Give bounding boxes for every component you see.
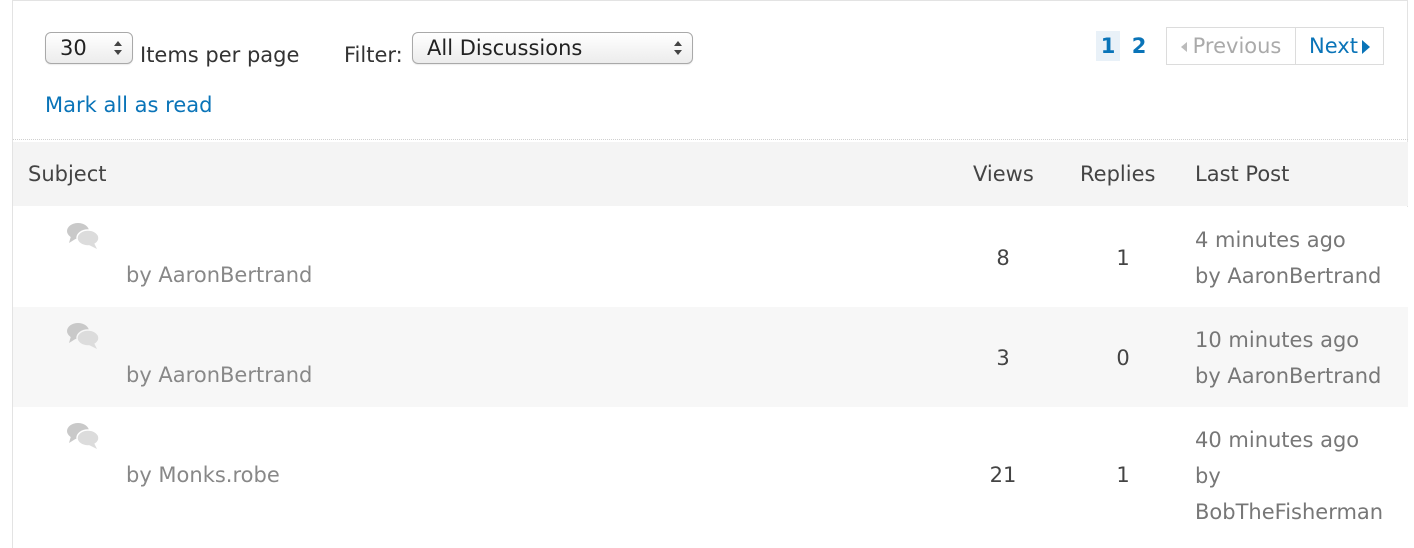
filter-select[interactable]: All Discussions: [412, 32, 693, 64]
items-per-page-label: Items per page: [140, 43, 300, 67]
filter-label: Filter:: [344, 43, 403, 67]
table-row: by AaronBertrand 3 0 10 minutes ago by A…: [13, 307, 1408, 407]
author-link[interactable]: by AaronBertrand: [126, 363, 312, 387]
header-last-post[interactable]: Last Post: [1195, 142, 1289, 206]
replies-count: 1: [1116, 246, 1130, 270]
views-count: 8: [996, 246, 1010, 270]
last-post-time[interactable]: 10 minutes ago: [1195, 322, 1405, 358]
arrow-left-icon: [1180, 42, 1187, 52]
items-per-page-select[interactable]: 30: [45, 32, 133, 64]
author-link[interactable]: by AaronBertrand: [126, 263, 312, 287]
author-link[interactable]: by Monks.robe: [126, 463, 280, 487]
header-replies[interactable]: Replies: [1080, 142, 1155, 206]
items-per-page-value: 30: [60, 36, 87, 60]
last-post-author[interactable]: by AaronBertrand: [1195, 358, 1405, 394]
last-post-time[interactable]: 40 minutes ago: [1195, 422, 1395, 458]
header-subject[interactable]: Subject: [28, 142, 107, 206]
previous-label: Previous: [1192, 34, 1282, 58]
views-count: 3: [996, 346, 1010, 370]
filter-value: All Discussions: [427, 36, 583, 60]
speech-bubbles-icon: [67, 323, 100, 349]
page-2-link[interactable]: 2: [1128, 31, 1150, 61]
replies-count: 1: [1116, 463, 1130, 487]
speech-bubbles-icon: [67, 423, 100, 449]
next-button[interactable]: Next: [1296, 28, 1383, 64]
speech-bubbles-icon: [67, 223, 100, 249]
page-1-link[interactable]: 1: [1096, 31, 1120, 61]
mark-all-read-link[interactable]: Mark all as read: [45, 93, 212, 117]
divider: [13, 139, 1408, 140]
arrow-right-icon: [1361, 40, 1370, 54]
pager: Previous Next: [1166, 27, 1384, 65]
table-row: by AaronBertrand 8 1 4 minutes ago by Aa…: [13, 207, 1408, 307]
select-arrows-icon: [674, 40, 682, 56]
last-post-author[interactable]: by AaronBertrand: [1195, 258, 1405, 294]
last-post: 10 minutes ago by AaronBertrand: [1195, 322, 1405, 394]
last-post: 4 minutes ago by AaronBertrand: [1195, 222, 1405, 294]
next-label: Next: [1309, 34, 1358, 58]
table-header: Subject Views Replies Last Post: [13, 142, 1408, 206]
select-arrows-icon: [114, 40, 122, 56]
replies-count: 0: [1116, 346, 1130, 370]
previous-button: Previous: [1167, 28, 1296, 64]
table-row: by Monks.robe 21 1 40 minutes ago by Bob…: [13, 407, 1408, 548]
last-post-author[interactable]: by BobTheFisherman: [1195, 458, 1395, 530]
last-post: 40 minutes ago by BobTheFisherman: [1195, 422, 1395, 530]
last-post-time[interactable]: 4 minutes ago: [1195, 222, 1405, 258]
views-count: 21: [989, 463, 1017, 487]
header-views[interactable]: Views: [973, 142, 1034, 206]
